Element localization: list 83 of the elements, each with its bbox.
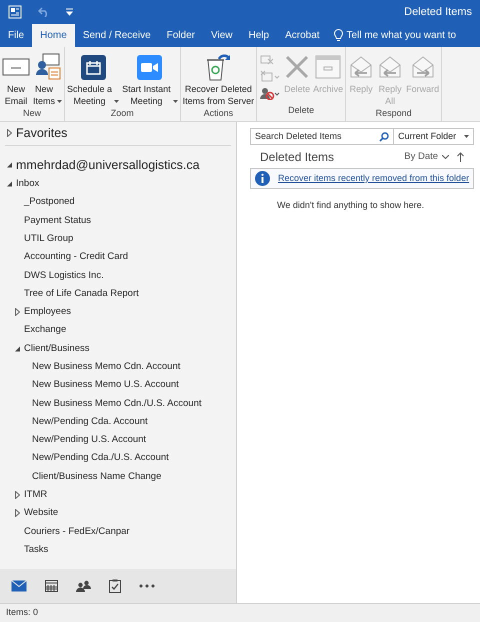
- ribbon-tab[interactable]: File: [0, 24, 32, 47]
- account-name[interactable]: mmehrdad@universallogistics.ca: [16, 156, 200, 174]
- forward-envelope-icon: [410, 55, 436, 79]
- search-field[interactable]: Search Deleted Items: [250, 128, 394, 145]
- caret-icon: [114, 100, 120, 103]
- favorites-header[interactable]: Favorites: [16, 124, 68, 142]
- people-icon[interactable]: [76, 580, 90, 592]
- ribbon-group-label: Actions: [204, 107, 234, 120]
- calendar-icon: [80, 54, 106, 80]
- item-count: Items: 0: [6, 606, 38, 620]
- collapsed-arrow-icon[interactable]: [7, 129, 12, 137]
- ribbon-group-label: New: [23, 107, 42, 120]
- window-title: Deleted Items: [404, 4, 472, 20]
- sort-dropdown[interactable]: By Date: [404, 150, 450, 164]
- folder-item[interactable]: Payment Status: [24, 214, 92, 228]
- folder-item[interactable]: Accounting - Credit Card: [24, 250, 128, 264]
- more-icon[interactable]: [139, 584, 155, 588]
- mail-icon[interactable]: [11, 580, 27, 592]
- tell-me-field[interactable]: Tell me what you want to: [328, 24, 458, 47]
- folder-item[interactable]: Client/Business Name Change: [32, 470, 162, 484]
- caret-icon: [172, 100, 178, 103]
- folder-item[interactable]: _Postponed: [24, 195, 75, 210]
- archive-box-icon: [315, 55, 342, 79]
- ribbon-button[interactable]: Schedule a Meeting: [66, 51, 120, 107]
- info-icon: [255, 171, 270, 186]
- folder-item[interactable]: New/Pending Cda./U.S. Account: [32, 451, 169, 466]
- folder-item[interactable]: DWS Logistics Inc.: [24, 268, 104, 283]
- undo-icon[interactable]: [38, 7, 50, 17]
- x-icon: [284, 54, 310, 80]
- ribbon-tab[interactable]: Acrobat: [277, 24, 328, 47]
- folder-title: Deleted Items: [260, 149, 334, 166]
- new-items-icon: [34, 53, 60, 81]
- recover-items-link[interactable]: Recover items recently removed from this folder: [278, 172, 470, 186]
- recycle-bin-icon: [205, 53, 232, 81]
- ribbon-button[interactable]: Recover Deleted Items from Server: [182, 51, 256, 107]
- ribbon-button[interactable]: New Email: [1, 51, 31, 107]
- collapsed-arrow-icon[interactable]: [15, 491, 20, 500]
- ribbon-button[interactable]: Start Instant Meeting: [121, 51, 179, 107]
- ribbon-button[interactable]: New Items: [32, 51, 64, 107]
- reply-envelope-icon: [377, 55, 404, 79]
- ribbon-tab[interactable]: Help: [240, 24, 278, 47]
- folder-item[interactable]: Exchange: [24, 323, 66, 338]
- folder-item[interactable]: New Business Memo Cdn./U.S. Account: [32, 396, 202, 411]
- collapsed-arrow-icon[interactable]: [15, 308, 20, 316]
- folder-item[interactable]: Tasks: [24, 542, 48, 558]
- folder-item[interactable]: ITMR: [24, 488, 48, 502]
- sort-direction-icon[interactable]: [457, 152, 464, 162]
- expanded-arrow-icon[interactable]: [7, 181, 12, 188]
- calendar-icon[interactable]: [44, 580, 58, 592]
- customize-icon[interactable]: [66, 8, 73, 16]
- ribbon-group-label: Respond: [376, 107, 412, 120]
- caret-icon: [57, 100, 62, 103]
- folder-item[interactable]: Couriers - FedEx/Canpar: [24, 524, 130, 539]
- scope-dropdown[interactable]: Current Folder: [394, 128, 474, 145]
- folder-item[interactable]: UTIL Group: [24, 232, 74, 246]
- ribbon-group-label: Zoom: [110, 107, 134, 120]
- folder-item[interactable]: Tree of Life Canada Report: [24, 286, 139, 302]
- reply-envelope-icon: [348, 55, 374, 79]
- task-clipboard-icon[interactable]: [109, 579, 121, 593]
- ribbon-group-label: Delete: [288, 104, 314, 116]
- caret-icon: [442, 155, 450, 159]
- expanded-arrow-icon[interactable]: [15, 346, 20, 352]
- folder-item[interactable]: Employees: [24, 305, 71, 320]
- folder-item[interactable]: Inbox: [16, 177, 40, 192]
- ribbon-tab[interactable]: Home: [32, 24, 75, 47]
- folder-item[interactable]: Client/Business: [24, 342, 90, 356]
- app-icon[interactable]: [8, 5, 22, 19]
- expanded-arrow-icon[interactable]: [7, 162, 12, 168]
- folder-item[interactable]: Website: [24, 506, 58, 521]
- collapsed-arrow-icon[interactable]: [15, 509, 20, 518]
- search-input[interactable]: Search Deleted Items: [255, 130, 380, 144]
- folder-item[interactable]: New/Pending Cda. Account: [32, 414, 148, 430]
- search-icon[interactable]: [379, 132, 390, 142]
- empty-message: We didn't find anything to show here.: [277, 199, 426, 212]
- lightbulb-icon: [334, 29, 343, 42]
- video-camera-icon: [137, 54, 162, 80]
- ribbon-tab[interactable]: View: [203, 24, 240, 47]
- caret-icon: [464, 135, 470, 138]
- folder-item[interactable]: New Business Memo Cdn. Account: [32, 360, 180, 374]
- ribbon-tab[interactable]: Folder: [158, 24, 203, 47]
- folder-item[interactable]: New Business Memo U.S. Account: [32, 378, 179, 393]
- folder-item[interactable]: New/Pending U.S. Account: [32, 433, 146, 448]
- ribbon-tab[interactable]: Send / Receive: [74, 24, 159, 47]
